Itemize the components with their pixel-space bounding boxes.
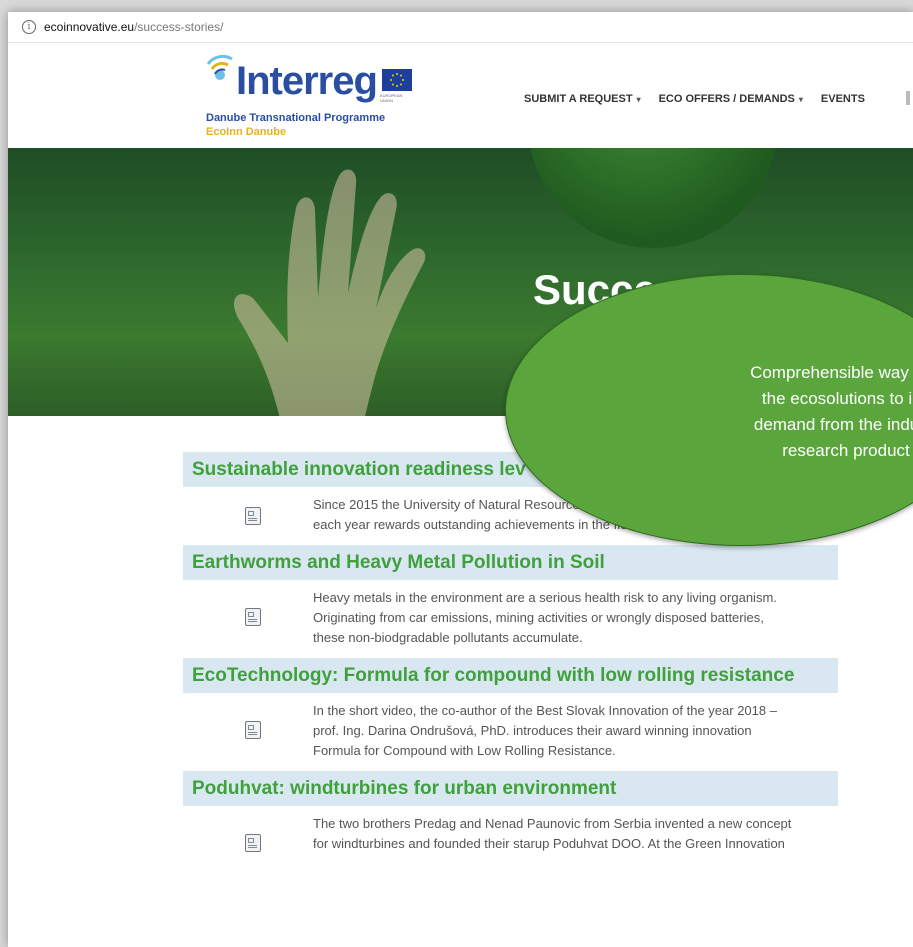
nav-submit-request[interactable]: SUBMIT A REQUEST ▾ (524, 93, 641, 105)
story-title-link[interactable]: Poduhvat: windturbines for urban environ… (183, 771, 838, 806)
callout-text: Comprehensible way of e the ecosolutions… (646, 360, 913, 464)
story-line: these non-biodgradable pollutants accumu… (313, 630, 583, 645)
story-line: In the short video, the co-author of the… (313, 703, 777, 718)
story-excerpt: In the short video, the co-author of the… (183, 693, 838, 771)
eu-flag-icon (382, 69, 412, 91)
browser-window: i ecoinnovative.eu/success-stories/ Inte… (8, 12, 913, 947)
story-line: Formula for Compound with Low Rolling Re… (313, 743, 616, 758)
story-line: for windturbines and founded their staru… (313, 836, 785, 851)
eu-label: EUROPEAN UNION (380, 93, 403, 103)
url-path: /success-stories/ (134, 20, 224, 34)
story-title-link[interactable]: Earthworms and Heavy Metal Pollution in … (183, 545, 838, 580)
hand-image (234, 169, 426, 416)
globe-image (528, 148, 778, 248)
story-item: Earthworms and Heavy Metal Pollution in … (183, 545, 838, 658)
story-line: Heavy metals in the environment are a se… (313, 590, 777, 605)
callout-line: demand from the industr (753, 415, 913, 434)
callout-line: research product (782, 441, 910, 460)
url-host: ecoinnovative.eu (44, 20, 135, 34)
logo-wordmark: Interreg (236, 59, 378, 103)
chevron-down-icon: ▾ (798, 94, 803, 104)
story-excerpt: The two brothers Predag and Nenad Paunov… (183, 806, 838, 864)
story-line: prof. Ing. Darina Ondrušová, PhD. introd… (313, 723, 752, 738)
nav-divider (906, 91, 910, 105)
story-item: Poduhvat: windturbines for urban environ… (183, 771, 838, 864)
story-line: The two brothers Predag and Nenad Paunov… (313, 816, 792, 831)
nav-label: ECO OFFERS / DEMANDS (658, 93, 795, 105)
info-icon[interactable]: i (22, 20, 36, 34)
story-title-link[interactable]: EcoTechnology: Formula for compound with… (183, 658, 838, 693)
document-icon (245, 608, 261, 626)
story-excerpt: Heavy metals in the environment are a se… (183, 580, 838, 658)
callout-line: Comprehensible way of e (750, 363, 913, 382)
nav-eco-offers[interactable]: ECO OFFERS / DEMANDS ▾ (659, 93, 803, 105)
chevron-down-icon: ▾ (636, 94, 641, 104)
nav-events[interactable]: EVENTS (821, 93, 865, 105)
story-line: Originating from car emissions, mining a… (313, 610, 764, 625)
address-bar[interactable]: i ecoinnovative.eu/success-stories/ (8, 12, 913, 43)
nav-label: SUBMIT A REQUEST (524, 93, 633, 105)
document-icon (245, 721, 261, 739)
callout-line: the ecosolutions to inc (761, 389, 913, 408)
logo-subtitle: Danube Transnational Programme (206, 112, 386, 124)
interreg-logo[interactable]: Interreg EUROPEAN UNION Danube Transnati… (206, 55, 412, 141)
nav-label: EVENTS (820, 93, 865, 105)
story-item: EcoTechnology: Formula for compound with… (183, 658, 838, 771)
document-icon (245, 834, 261, 852)
main-nav: SUBMIT A REQUEST ▾ ECO OFFERS / DEMANDS … (524, 93, 865, 105)
document-icon (245, 507, 261, 525)
logo-project-name: EcoInn Danube (206, 126, 287, 138)
site-header: Interreg EUROPEAN UNION Danube Transnati… (8, 43, 913, 148)
